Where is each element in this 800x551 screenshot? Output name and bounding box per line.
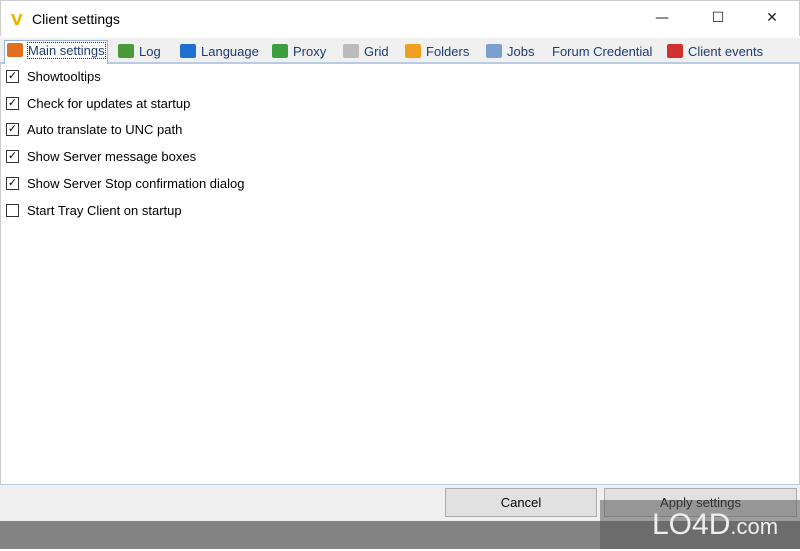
option-label: Start Tray Client on startup (27, 202, 182, 218)
cancel-button[interactable]: Cancel (445, 488, 597, 517)
tab-label: Grid (364, 44, 389, 59)
log-icon (118, 44, 134, 58)
app-logo-icon: V (11, 11, 23, 29)
option-label: Show Server message boxes (27, 149, 197, 165)
tab-language[interactable]: Language (180, 42, 259, 64)
tab-label: Proxy (293, 44, 327, 59)
option-label: Auto translate to UNC path (27, 122, 183, 138)
tab-grid[interactable]: Grid (343, 42, 389, 64)
gear-icon (7, 43, 23, 57)
tab-label: Log (139, 44, 161, 59)
proxy-icon (272, 44, 288, 58)
close-button[interactable]: ✕ (749, 1, 795, 35)
tab-main-settings[interactable]: Main settings (4, 40, 108, 65)
tab-label: Jobs (507, 44, 535, 59)
watermark-logo: LO4D.com (600, 500, 800, 549)
maximize-button[interactable]: ☐ (695, 1, 741, 35)
checked-checkbox[interactable]: ✓ (6, 123, 19, 137)
tab-label: Language (201, 44, 259, 59)
jobs-icon (486, 44, 502, 58)
tab-label: Main settings (27, 42, 106, 59)
unchecked-checkbox[interactable] (6, 203, 19, 217)
tab-label: Folders (426, 44, 470, 59)
checked-checkbox[interactable]: ✓ (6, 96, 19, 110)
checked-checkbox[interactable]: ✓ (6, 150, 19, 164)
tab-jobs[interactable]: Jobs (486, 42, 534, 64)
tab-label: Forum Credential (552, 44, 653, 59)
option-label: Show Server Stop confirmation dialog (27, 175, 245, 191)
flag-icon (180, 44, 196, 58)
checked-checkbox[interactable]: ✓ (6, 70, 19, 83)
title-bar: V Client settings — ☐ ✕ (0, 0, 800, 36)
option-label: Showtooltips (27, 69, 101, 84)
window-title: Client settings (32, 11, 120, 27)
tab-strip: Main settings Log Language Proxy Grid Folders… (0, 38, 800, 65)
main-settings-panel: ✓ Showtooltips ✓ Check for updates at start… (0, 64, 800, 484)
tab-label: Client events (688, 44, 764, 59)
grid-icon (343, 44, 359, 58)
tab-proxy[interactable]: Proxy (272, 42, 326, 64)
tab-folders[interactable]: Folders (405, 42, 469, 64)
events-icon (667, 44, 683, 58)
option-label: Check for updates at startup (27, 95, 191, 111)
tab-log[interactable]: Log (118, 42, 161, 64)
tab-client-events[interactable]: Client events (667, 42, 763, 64)
folders-icon (405, 44, 421, 58)
tab-forum-credential[interactable]: Forum Credential (552, 42, 652, 64)
minimize-button[interactable]: — (639, 1, 685, 35)
checked-checkbox[interactable]: ✓ (6, 176, 19, 190)
